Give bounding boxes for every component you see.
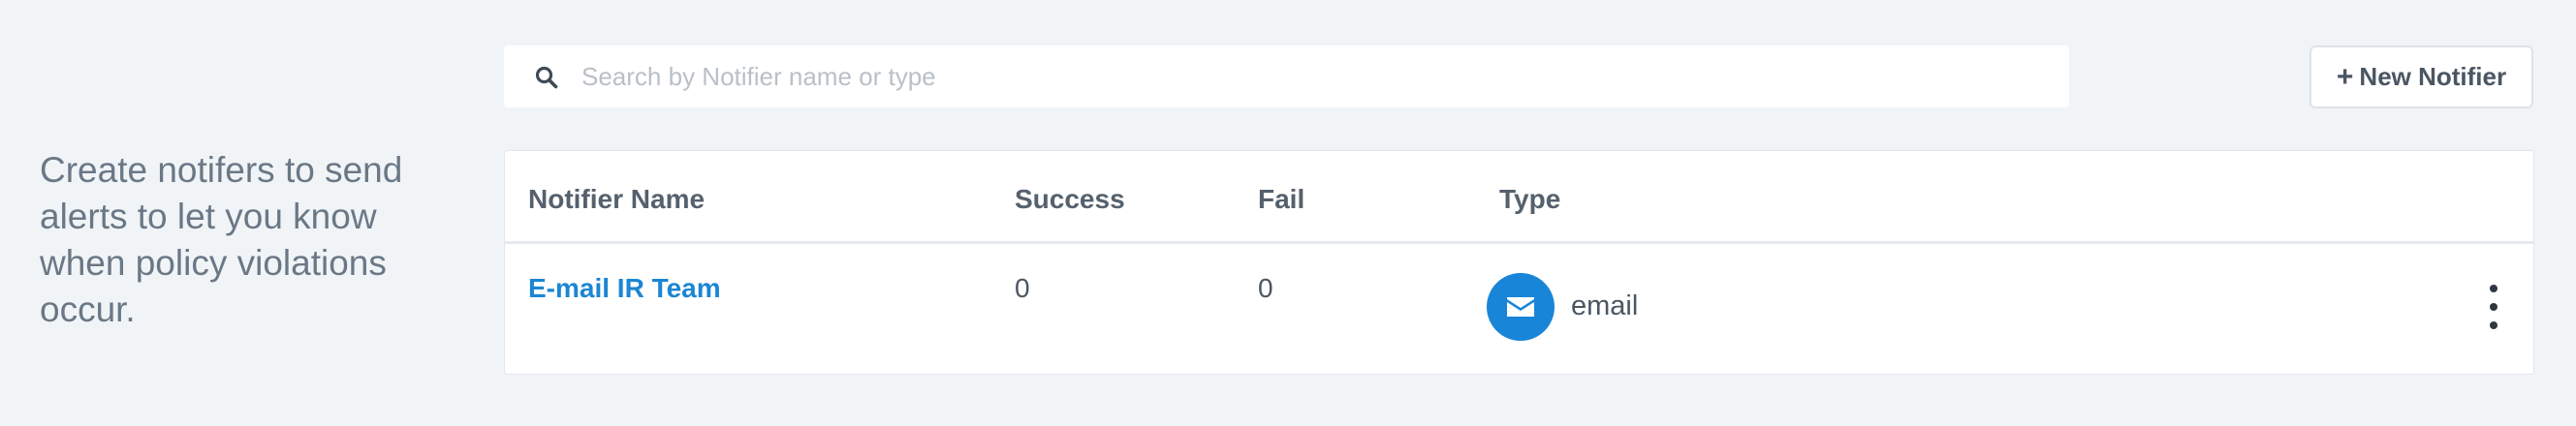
search-icon — [535, 66, 558, 89]
column-header-name[interactable]: Notifier Name — [528, 184, 705, 215]
success-count: 0 — [1015, 273, 1030, 303]
notifiers-table: Notifier Name Success Fail Type E-mail I… — [504, 150, 2534, 375]
table-header: Notifier Name Success Fail Type — [505, 151, 2533, 244]
column-header-fail[interactable]: Fail — [1258, 184, 1304, 215]
type-label: email — [1571, 290, 1639, 321]
new-notifier-label: New Notifier — [2359, 62, 2507, 91]
row-actions-menu-icon[interactable] — [2482, 285, 2505, 329]
notifier-name-link[interactable]: E-mail IR Team — [528, 273, 721, 303]
new-notifier-button[interactable]: + New Notifier — [2309, 46, 2533, 108]
search-box[interactable] — [504, 46, 2069, 107]
column-header-success[interactable]: Success — [1015, 184, 1125, 215]
plus-icon: + — [2336, 60, 2354, 93]
column-header-type[interactable]: Type — [1499, 184, 1560, 215]
search-input[interactable] — [581, 46, 2035, 107]
envelope-icon — [1487, 273, 1555, 341]
fail-count: 0 — [1258, 273, 1273, 303]
table-row[interactable]: E-mail IR Team 0 0 email — [505, 244, 2533, 376]
intro-text: Create notifers to send alerts to let yo… — [40, 150, 403, 329]
